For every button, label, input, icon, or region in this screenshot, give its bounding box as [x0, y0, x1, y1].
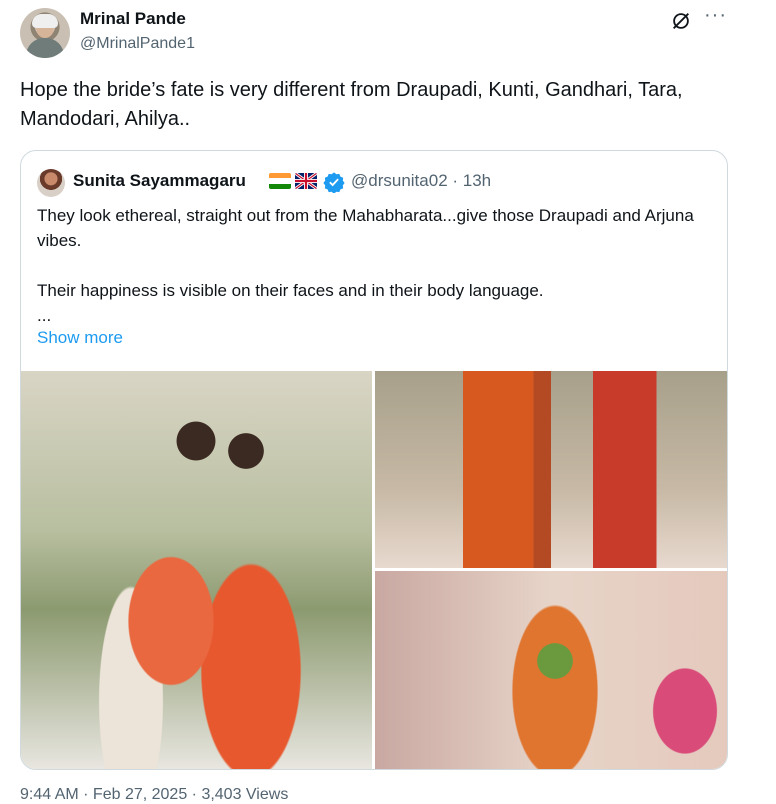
- tweet-meta: 9:44 AM · Feb 27, 2025 · 3,403 Views: [20, 786, 289, 803]
- grok-icon[interactable]: [670, 10, 692, 32]
- quoted-tweet[interactable]: Sunita Sayammagaru @drsunita02 · 13h The…: [20, 150, 728, 770]
- author-handle[interactable]: @MrinalPande1: [80, 35, 195, 53]
- quoted-ellipsis: ...: [37, 306, 52, 325]
- photo-bride-holding-coconut[interactable]: [375, 571, 727, 769]
- quoted-paragraph-2: Their happiness is visible on their face…: [37, 281, 544, 300]
- india-flag-icon: [269, 173, 291, 189]
- author-name[interactable]: Mrinal Pande: [80, 9, 186, 29]
- quoted-paragraph-1: They look ethereal, straight out from th…: [37, 206, 694, 250]
- verified-badge-icon: [323, 172, 345, 193]
- quoted-avatar[interactable]: [37, 169, 65, 197]
- quoted-text: They look ethereal, straight out from th…: [37, 203, 707, 328]
- author-avatar[interactable]: [20, 8, 70, 58]
- photo-couple-embrace[interactable]: [21, 371, 372, 769]
- quoted-handle-time[interactable]: @drsunita02 · 13h: [351, 171, 491, 191]
- uk-flag-icon: [295, 173, 317, 189]
- more-options-icon[interactable]: ···: [704, 4, 727, 27]
- photo-couple-walking[interactable]: [375, 371, 727, 568]
- tweet-text: Hope the bride’s fate is very different …: [20, 79, 683, 130]
- show-more-link[interactable]: Show more: [37, 328, 123, 348]
- quoted-author-name[interactable]: Sunita Sayammagaru: [73, 171, 246, 191]
